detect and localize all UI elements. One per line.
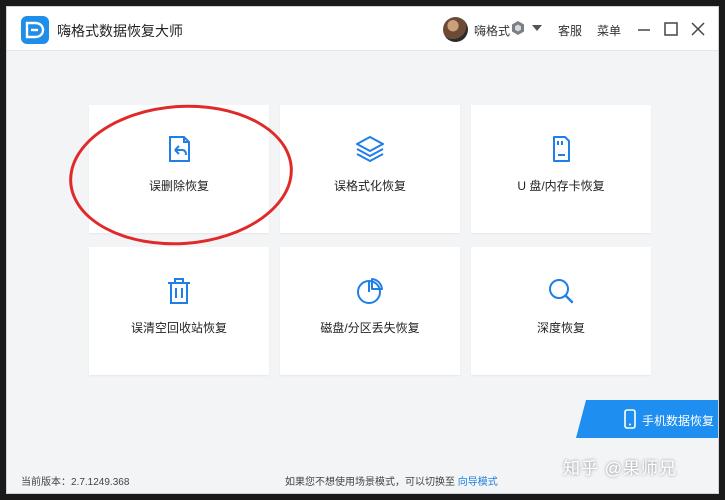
menu-button[interactable]: 菜单: [597, 22, 621, 39]
card-label: 磁盘/分区丢失恢复: [320, 321, 420, 335]
layers-icon: [356, 136, 384, 162]
card-usb-sd-recovery[interactable]: U 盘/内存卡恢复: [471, 105, 651, 233]
card-format-recovery[interactable]: 误格式化恢复: [280, 105, 460, 233]
card-recycle-bin-recovery[interactable]: 误清空回收站恢复: [89, 247, 269, 375]
card-deep-recovery[interactable]: 深度恢复: [471, 247, 651, 375]
avatar[interactable]: [443, 17, 468, 42]
phone-icon: [624, 409, 636, 429]
maximize-icon[interactable]: [662, 20, 680, 38]
version-label: 当前版本：2.7.1249.368: [21, 477, 130, 488]
pie-chart-icon: [357, 278, 383, 304]
card-label: 深度恢复: [536, 321, 585, 335]
minimize-icon[interactable]: [635, 20, 653, 38]
card-label: 误格式化恢复: [333, 179, 406, 193]
username[interactable]: 嗨格式: [474, 22, 510, 39]
app-title: 嗨格式数据恢复大师: [57, 23, 183, 39]
watermark: 知乎 @果师兄: [563, 459, 677, 478]
trash-icon: [168, 278, 190, 304]
wizard-mode-link[interactable]: 向导模式: [458, 477, 498, 488]
deleted-file-restore-icon: [169, 136, 190, 162]
card-label: 误清空回收站恢复: [130, 321, 227, 335]
magnifier-icon: [549, 279, 574, 304]
mode-switch-text: 如果您不想使用场景模式，可以切换至: [285, 477, 455, 488]
mobile-recovery-label: 手机数据恢复: [642, 414, 715, 428]
app-window: 嗨格式数据恢复大师 嗨格式 客服 菜单 误删除恢复 误格式化恢复 U 盘/内存卡…: [6, 6, 719, 494]
card-partition-recovery[interactable]: 磁盘/分区丢失恢复: [280, 247, 460, 375]
title-bar: 嗨格式数据恢复大师 嗨格式 客服 菜单: [7, 7, 718, 51]
chevron-down-icon[interactable]: [532, 25, 542, 31]
sd-card-icon: [553, 136, 570, 162]
mode-switch-hint: 如果您不想使用场景模式，可以切换至 向导模式: [285, 473, 498, 488]
service-button[interactable]: 客服: [558, 22, 582, 39]
card-label: 误删除恢复: [148, 179, 209, 193]
close-icon[interactable]: [689, 20, 707, 38]
mobile-recovery-button[interactable]: 手机数据恢复: [576, 400, 718, 438]
card-label: U 盘/内存卡恢复: [517, 179, 605, 193]
card-deleted-recovery[interactable]: 误删除恢复: [89, 105, 269, 233]
vip-badge-icon: [512, 21, 524, 35]
app-logo-icon: [21, 16, 49, 44]
